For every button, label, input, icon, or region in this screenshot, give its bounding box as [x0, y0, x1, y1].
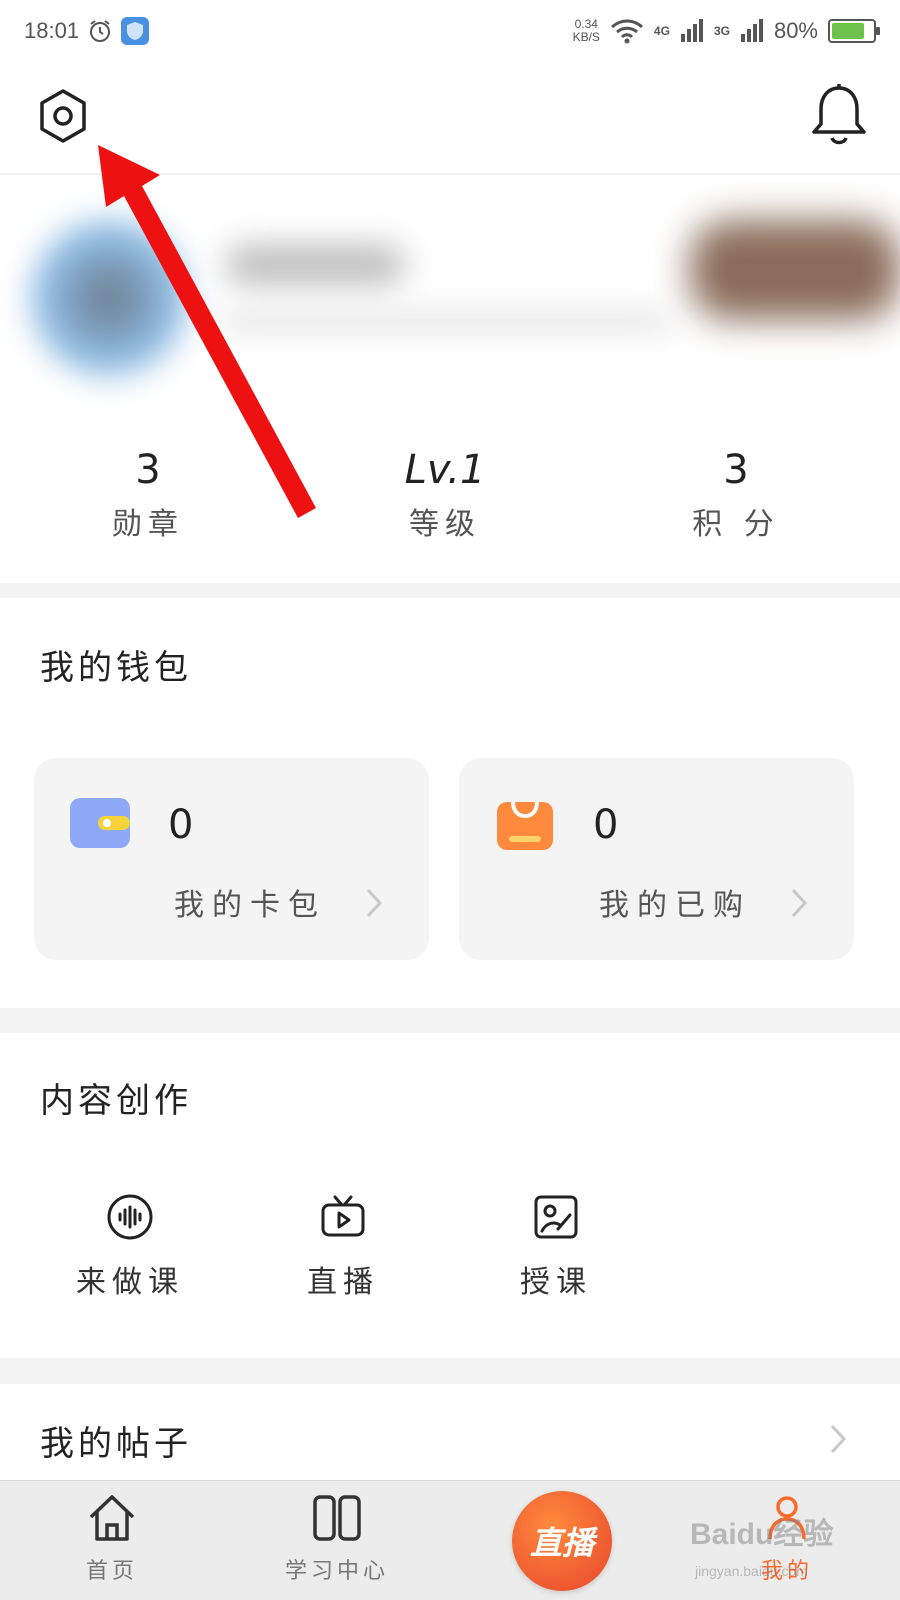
blurred-badge — [690, 220, 900, 320]
alarm-icon — [90, 20, 111, 42]
card-wallet[interactable]: 0 我的卡包 — [34, 758, 429, 960]
tab-label: 直播 — [529, 1524, 594, 1562]
home-icon — [89, 1495, 135, 1541]
create-label: 来做课 — [76, 1265, 184, 1300]
card-label: 我的已购 — [599, 888, 751, 923]
card-count: 0 — [168, 802, 194, 848]
posts-section[interactable]: 我的帖子 — [0, 1384, 900, 1480]
create-live-button[interactable]: 直播 — [268, 1193, 418, 1301]
image-edit-icon — [534, 1195, 578, 1239]
chevron-right-icon — [830, 1424, 847, 1454]
wifi-icon — [610, 19, 643, 44]
battery-percent: 80% — [773, 18, 818, 43]
tab-label: 首页 — [85, 1559, 138, 1584]
chevron-right-icon — [366, 888, 383, 918]
stat-value: 3 — [135, 447, 161, 493]
stat-value: Lv.1 — [404, 447, 486, 493]
create-teach-button[interactable]: 授课 — [481, 1193, 631, 1301]
signal-icon — [740, 19, 763, 42]
audio-icon — [107, 1194, 153, 1240]
book-icon — [313, 1495, 361, 1541]
bell-icon[interactable] — [808, 82, 870, 148]
wallet-icon — [70, 798, 130, 848]
shopping-bag-icon — [497, 801, 553, 850]
blurred-info — [220, 310, 670, 334]
card-label: 我的卡包 — [174, 888, 326, 923]
battery-icon — [828, 19, 880, 43]
create-course-button[interactable]: 来做课 — [55, 1193, 205, 1301]
net-speed: 0.34 KB/S — [572, 17, 600, 44]
status-bar: 18:01 0.34 KB/S 4G 3G 80% — [0, 0, 900, 62]
creation-section: 内容创作 来做课 直播 授课 — [0, 1033, 900, 1358]
profile-card: 3 勋章 Lv.1 等级 3 积 分 — [0, 175, 900, 583]
card-count: 0 — [593, 802, 619, 848]
section-title: 我的帖子 — [40, 1424, 192, 1464]
section-title: 我的钱包 — [40, 648, 192, 688]
stat-label: 勋章 — [112, 507, 184, 542]
top-bar — [0, 62, 900, 174]
tab-learning-center[interactable]: 学习中心 — [262, 1491, 412, 1585]
network-4g: 4G — [653, 24, 670, 38]
stat-label: 等级 — [409, 507, 481, 542]
settings-icon[interactable] — [34, 87, 92, 145]
tab-home[interactable]: 首页 — [37, 1491, 187, 1585]
create-label: 直播 — [307, 1265, 379, 1300]
status-time: 18:01 — [24, 18, 80, 43]
stat-points[interactable]: 3 积 分 — [636, 447, 836, 543]
tab-label: 学习中心 — [284, 1559, 389, 1584]
tab-live-button[interactable]: 直播 — [512, 1491, 612, 1591]
section-title: 内容创作 — [40, 1081, 192, 1121]
chevron-right-icon — [791, 888, 808, 918]
stat-label: 积 分 — [692, 507, 780, 542]
create-label: 授课 — [520, 1265, 592, 1300]
card-purchased[interactable]: 0 我的已购 — [459, 758, 854, 960]
stat-medals[interactable]: 3 勋章 — [48, 447, 248, 543]
avatar[interactable] — [24, 213, 194, 383]
stat-value: 3 — [723, 447, 749, 493]
bottom-tab-bar: 首页 学习中心 直播 我的 Baidu经验 jingyan.baidu.com — [0, 1480, 900, 1600]
tv-play-icon — [321, 1195, 365, 1237]
network-3g: 3G — [713, 24, 730, 38]
stat-level[interactable]: Lv.1 等级 — [345, 447, 545, 543]
watermark: Baidu经验 — [690, 1518, 834, 1551]
shield-icon — [121, 17, 150, 45]
blurred-username — [225, 245, 405, 285]
wallet-section: 我的钱包 0 我的卡包 0 我的已购 — [0, 598, 900, 1008]
watermark-url: jingyan.baidu.com — [695, 1563, 808, 1579]
signal-icon — [680, 19, 703, 42]
